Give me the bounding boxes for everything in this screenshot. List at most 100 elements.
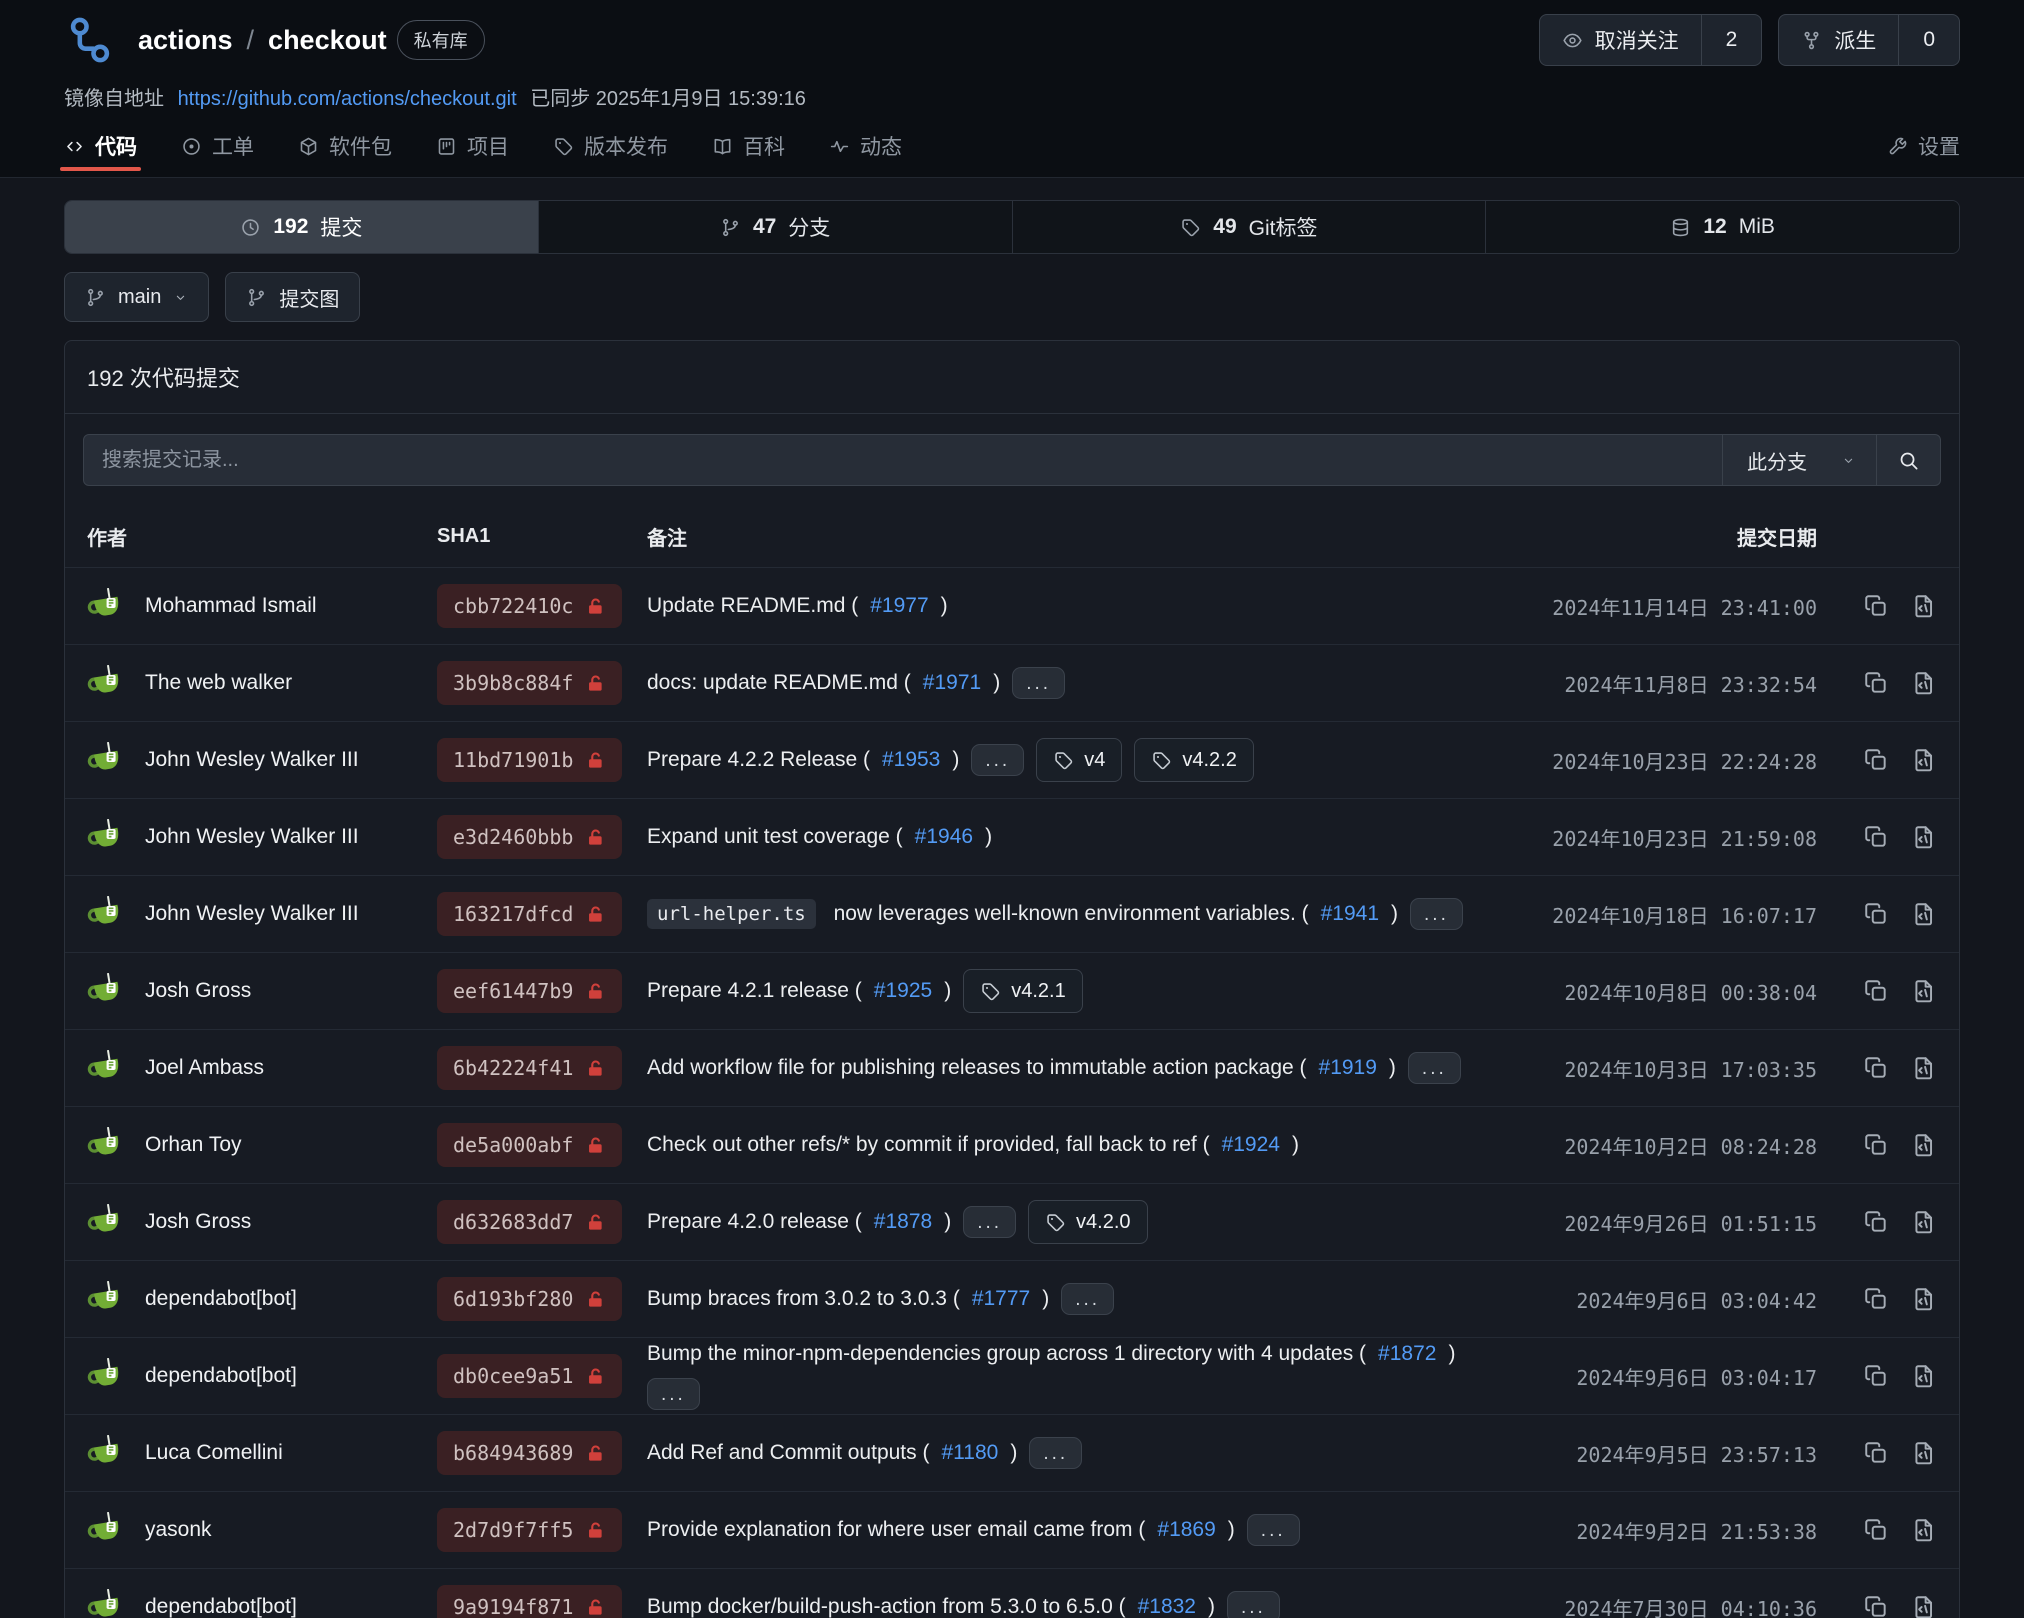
avatar[interactable] — [87, 740, 127, 780]
avatar[interactable] — [87, 1433, 127, 1473]
copy-sha-button[interactable] — [1863, 593, 1889, 619]
commit-sha-badge[interactable]: de5a000abf — [437, 1123, 622, 1167]
browse-source-button[interactable] — [1911, 1055, 1937, 1081]
tab-项目[interactable]: 项目 — [436, 131, 509, 177]
expand-commit-body-button[interactable]: ... — [1410, 898, 1463, 930]
author-name[interactable]: John Wesley Walker III — [145, 748, 359, 772]
tab-版本发布[interactable]: 版本发布 — [553, 131, 668, 177]
browse-source-button[interactable] — [1911, 824, 1937, 850]
browse-source-button[interactable] — [1911, 1363, 1937, 1389]
copy-sha-button[interactable] — [1863, 1594, 1889, 1618]
copy-sha-button[interactable] — [1863, 978, 1889, 1004]
copy-sha-button[interactable] — [1863, 1517, 1889, 1543]
branch-scope-dropdown[interactable]: 此分支 — [1722, 435, 1876, 485]
copy-sha-button[interactable] — [1863, 1440, 1889, 1466]
copy-sha-button[interactable] — [1863, 1286, 1889, 1312]
commit-sha[interactable]: db0cee9a51 — [453, 1364, 573, 1388]
tab-代码[interactable]: 代码 — [64, 131, 137, 177]
browse-source-button[interactable] — [1911, 593, 1937, 619]
expand-commit-body-button[interactable]: ... — [647, 1378, 700, 1410]
commit-sha-badge[interactable]: 3b9b8c884f — [437, 661, 622, 705]
commit-sha-badge[interactable]: eef61447b9 — [437, 969, 622, 1013]
mirror-url-link[interactable]: https://github.com/actions/checkout.git — [178, 88, 517, 110]
avatar[interactable] — [87, 1125, 127, 1165]
commit-sha[interactable]: e3d2460bbb — [453, 825, 573, 849]
pr-link[interactable]: #1977 — [870, 594, 928, 618]
author-name[interactable]: yasonk — [145, 1518, 212, 1542]
commit-sha-badge[interactable]: 9a9194f871 — [437, 1585, 622, 1618]
author-name[interactable]: dependabot[bot] — [145, 1364, 297, 1388]
copy-sha-button[interactable] — [1863, 1132, 1889, 1158]
browse-source-button[interactable] — [1911, 670, 1937, 696]
author-name[interactable]: John Wesley Walker III — [145, 825, 359, 849]
author-name[interactable]: John Wesley Walker III — [145, 902, 359, 926]
author-name[interactable]: The web walker — [145, 671, 292, 695]
commit-sha[interactable]: de5a000abf — [453, 1133, 573, 1157]
expand-commit-body-button[interactable]: ... — [971, 744, 1024, 776]
commit-sha[interactable]: b684943689 — [453, 1441, 573, 1465]
commit-sha-badge[interactable]: 11bd71901b — [437, 738, 622, 782]
avatar[interactable] — [87, 1510, 127, 1550]
tab-settings[interactable]: 设置 — [1887, 131, 1960, 177]
avatar[interactable] — [87, 663, 127, 703]
copy-sha-button[interactable] — [1863, 670, 1889, 696]
pr-link[interactable]: #1919 — [1319, 1056, 1377, 1080]
commit-sha-badge[interactable]: cbb722410c — [437, 584, 622, 628]
author-name[interactable]: dependabot[bot] — [145, 1287, 297, 1311]
commit-sha[interactable]: 3b9b8c884f — [453, 671, 573, 695]
breadcrumb-owner[interactable]: actions — [138, 25, 233, 56]
author-name[interactable]: Josh Gross — [145, 1210, 251, 1234]
avatar[interactable] — [87, 971, 127, 1011]
browse-source-button[interactable] — [1911, 901, 1937, 927]
tag-pill[interactable]: v4 — [1036, 738, 1122, 782]
tag-pill[interactable]: v4.2.1 — [963, 969, 1082, 1013]
pr-link[interactable]: #1925 — [874, 979, 932, 1003]
expand-commit-body-button[interactable]: ... — [1012, 667, 1065, 699]
avatar[interactable] — [87, 1048, 127, 1088]
pr-link[interactable]: #1832 — [1138, 1595, 1196, 1618]
search-button[interactable] — [1876, 435, 1940, 485]
commit-sha-badge[interactable]: 6d193bf280 — [437, 1277, 622, 1321]
pr-link[interactable]: #1924 — [1222, 1133, 1280, 1157]
commit-sha[interactable]: 163217dfcd — [453, 902, 573, 926]
pr-link[interactable]: #1953 — [882, 748, 940, 772]
avatar[interactable] — [87, 1356, 127, 1396]
browse-source-button[interactable] — [1911, 1286, 1937, 1312]
commit-sha[interactable]: 6b42224f41 — [453, 1056, 573, 1080]
commit-search-input[interactable] — [84, 435, 1722, 485]
commit-sha-badge[interactable]: d632683dd7 — [437, 1200, 622, 1244]
watchers-count[interactable]: 2 — [1701, 15, 1762, 65]
expand-commit-body-button[interactable]: ... — [1029, 1437, 1082, 1469]
stat-Git标签[interactable]: 49 Git标签 — [1012, 201, 1486, 253]
browse-source-button[interactable] — [1911, 1440, 1937, 1466]
avatar[interactable] — [87, 894, 127, 934]
copy-sha-button[interactable] — [1863, 901, 1889, 927]
stat-分支[interactable]: 47 分支 — [538, 201, 1012, 253]
commit-sha[interactable]: 9a9194f871 — [453, 1595, 573, 1618]
commit-graph-button[interactable]: 提交图 — [225, 272, 360, 322]
tag-pill[interactable]: v4.2.2 — [1134, 738, 1253, 782]
expand-commit-body-button[interactable]: ... — [1247, 1514, 1300, 1546]
copy-sha-button[interactable] — [1863, 1055, 1889, 1081]
commit-sha[interactable]: eef61447b9 — [453, 979, 573, 1003]
tag-pill[interactable]: v4.2.0 — [1028, 1200, 1147, 1244]
pr-link[interactable]: #1946 — [915, 825, 973, 849]
fork-button[interactable]: 派生 0 — [1778, 14, 1960, 66]
stat-提交[interactable]: 192 提交 — [65, 201, 538, 253]
avatar[interactable] — [87, 1202, 127, 1242]
avatar[interactable] — [87, 1587, 127, 1618]
copy-sha-button[interactable] — [1863, 1363, 1889, 1389]
browse-source-button[interactable] — [1911, 978, 1937, 1004]
tab-百科[interactable]: 百科 — [712, 131, 785, 177]
author-name[interactable]: Josh Gross — [145, 979, 251, 1003]
commit-sha[interactable]: d632683dd7 — [453, 1210, 573, 1234]
site-logo[interactable] — [64, 14, 116, 66]
commit-sha-badge[interactable]: db0cee9a51 — [437, 1354, 622, 1398]
commit-sha-badge[interactable]: 2d7d9f7ff5 — [437, 1508, 622, 1552]
expand-commit-body-button[interactable]: ... — [1227, 1591, 1280, 1618]
browse-source-button[interactable] — [1911, 1594, 1937, 1618]
author-name[interactable]: Joel Ambass — [145, 1056, 264, 1080]
pr-link[interactable]: #1971 — [923, 671, 981, 695]
commit-sha-badge[interactable]: 163217dfcd — [437, 892, 622, 936]
commit-sha-badge[interactable]: 6b42224f41 — [437, 1046, 622, 1090]
